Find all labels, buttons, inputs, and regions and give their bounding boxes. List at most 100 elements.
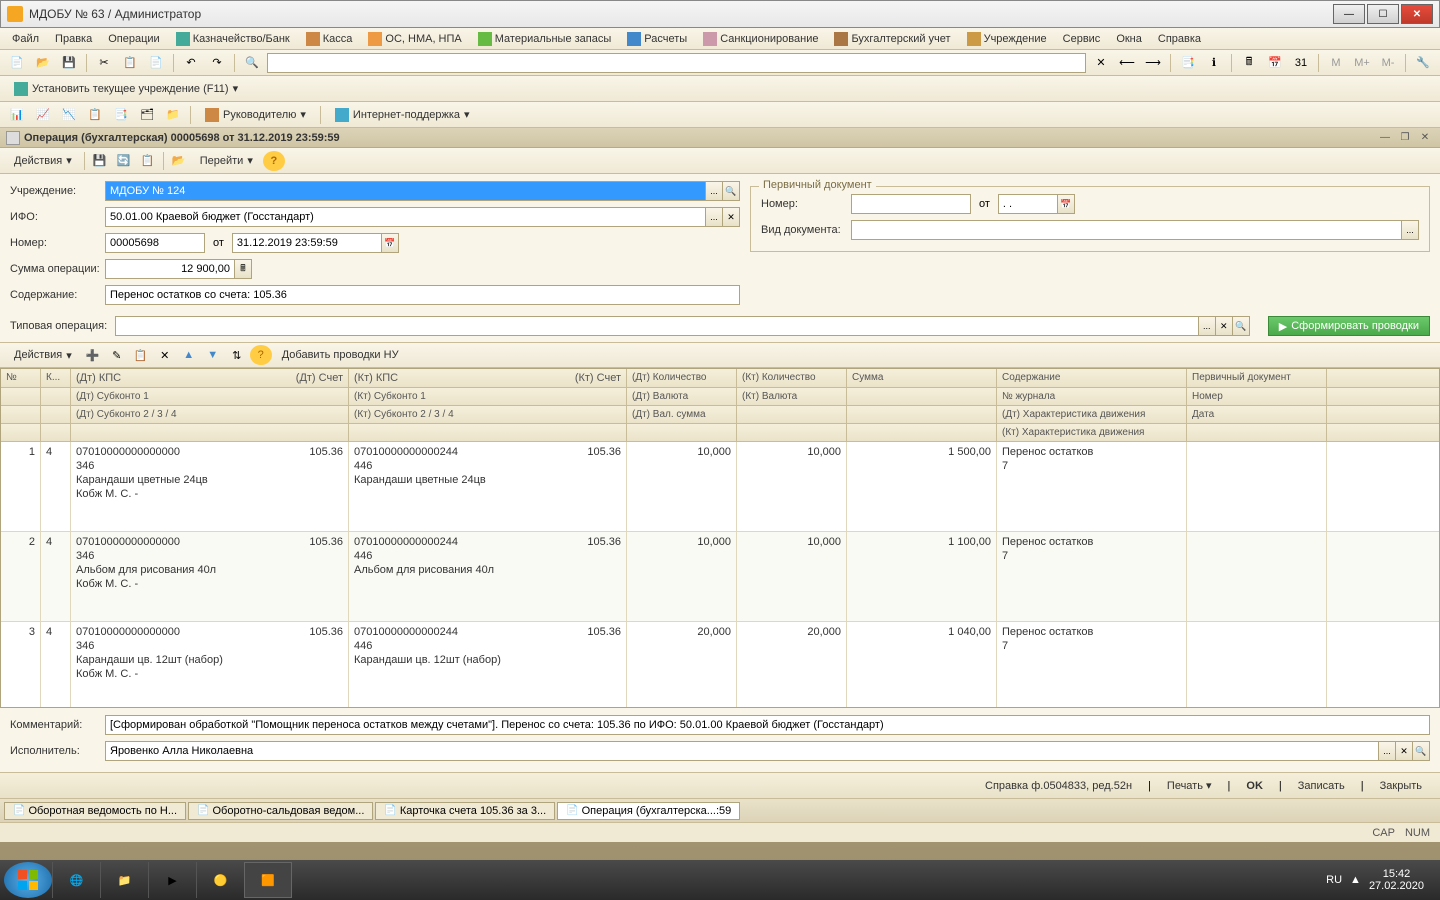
info-icon[interactable]: ℹ bbox=[1203, 53, 1225, 73]
copy-icon[interactable]: 📋 bbox=[119, 53, 141, 73]
tab-0[interactable]: 📄Оборотная ведомость по Н... bbox=[4, 802, 186, 820]
doc-actions[interactable]: Действия ▾ bbox=[6, 152, 80, 169]
doc-refresh-icon[interactable]: 🔄 bbox=[113, 151, 135, 171]
down-icon[interactable]: ▼ bbox=[202, 345, 224, 365]
menu-materials[interactable]: Материальные запасы bbox=[472, 30, 618, 48]
search-input[interactable] bbox=[267, 53, 1086, 73]
doc-copy-icon[interactable]: 📋 bbox=[137, 151, 159, 171]
typical-search[interactable]: 🔍 bbox=[1232, 316, 1250, 336]
content-input[interactable] bbox=[105, 285, 740, 305]
prim-date-picker[interactable]: 📅 bbox=[1057, 194, 1075, 214]
executor-more[interactable]: ... bbox=[1378, 741, 1396, 761]
ifo-clear[interactable]: ✕ bbox=[722, 207, 740, 227]
close-doc-button[interactable]: Закрыть bbox=[1372, 778, 1430, 794]
save-button[interactable]: Записать bbox=[1290, 778, 1353, 794]
menu-cash[interactable]: Касса bbox=[300, 30, 359, 48]
new-icon[interactable]: 📄 bbox=[6, 53, 28, 73]
gh-kt-kps[interactable]: (Кт) КПС(Кт) Счет bbox=[349, 369, 627, 387]
edit-icon[interactable]: ✎ bbox=[106, 345, 128, 365]
task-chrome[interactable]: 🟡 bbox=[196, 862, 244, 898]
forward-icon[interactable]: ⟶ bbox=[1142, 53, 1164, 73]
tab-3[interactable]: 📄Операция (бухгалтерска...:59 bbox=[557, 802, 740, 820]
print-button[interactable]: Печать ▾ bbox=[1159, 777, 1220, 794]
menu-windows[interactable]: Окна bbox=[1110, 31, 1148, 47]
doc-save-icon[interactable]: 💾 bbox=[89, 151, 111, 171]
doc-goto[interactable]: Перейти ▾ bbox=[192, 152, 261, 169]
institution-more[interactable]: ... bbox=[705, 181, 723, 201]
tb3-icon6[interactable]: 🗂 bbox=[136, 105, 158, 125]
support-button[interactable]: Интернет-поддержка ▾ bbox=[327, 106, 478, 124]
date-input[interactable] bbox=[232, 233, 382, 253]
menu-file[interactable]: Файл bbox=[6, 31, 45, 47]
prim-number-input[interactable] bbox=[851, 194, 971, 214]
table-row[interactable]: 3407010000000000000105.36346Карандаши цв… bbox=[1, 622, 1439, 708]
task-media[interactable]: ▶ bbox=[148, 862, 196, 898]
institution-input[interactable] bbox=[105, 181, 706, 201]
sort-icon[interactable]: ⇅ bbox=[226, 345, 248, 365]
undo-icon[interactable]: ↶ bbox=[180, 53, 202, 73]
gh-dt-kps[interactable]: (Дт) КПС(Дт) Счет bbox=[71, 369, 349, 387]
menu-help[interactable]: Справка bbox=[1152, 31, 1207, 47]
copy2-icon[interactable]: 📑 bbox=[1177, 53, 1199, 73]
menu-sanction[interactable]: Санкционирование bbox=[697, 30, 824, 48]
tb3-icon3[interactable]: 📉 bbox=[58, 105, 80, 125]
paste-icon[interactable]: 📄 bbox=[145, 53, 167, 73]
date-picker[interactable]: 📅 bbox=[381, 233, 399, 253]
task-explorer[interactable]: 📁 bbox=[100, 862, 148, 898]
prim-type-more[interactable]: ... bbox=[1401, 220, 1419, 240]
generate-button[interactable]: ▶ Сформировать проводки bbox=[1268, 316, 1430, 336]
gh-n[interactable]: № bbox=[1, 369, 41, 387]
clear-icon[interactable]: ✕ bbox=[1090, 53, 1112, 73]
close-button[interactable]: ✕ bbox=[1401, 4, 1433, 24]
mplus-icon[interactable]: M+ bbox=[1351, 53, 1373, 73]
table-row[interactable]: 1407010000000000000105.36346Карандаши цв… bbox=[1, 442, 1439, 532]
executor-clear[interactable]: ✕ bbox=[1395, 741, 1413, 761]
menu-institution[interactable]: Учреждение bbox=[961, 30, 1053, 48]
up-icon[interactable]: ▲ bbox=[178, 345, 200, 365]
gh-content[interactable]: Содержание bbox=[997, 369, 1187, 387]
prim-date-input[interactable] bbox=[998, 194, 1058, 214]
search-icon[interactable]: 🔍 bbox=[241, 53, 263, 73]
add-nu-button[interactable]: Добавить проводки НУ bbox=[274, 347, 407, 363]
entries-grid[interactable]: № К... (Дт) КПС(Дт) Счет (Кт) КПС(Кт) Сч… bbox=[0, 368, 1440, 708]
gh-sum[interactable]: Сумма bbox=[847, 369, 997, 387]
copy-row-icon[interactable]: 📋 bbox=[130, 345, 152, 365]
table-row[interactable]: 2407010000000000000105.36346Альбом для р… bbox=[1, 532, 1439, 622]
save-icon[interactable]: 💾 bbox=[58, 53, 80, 73]
cut-icon[interactable]: ✂ bbox=[93, 53, 115, 73]
tray-date[interactable]: 27.02.2020 bbox=[1369, 880, 1424, 892]
doc-help-icon[interactable]: ? bbox=[263, 151, 285, 171]
task-ie[interactable]: 🌐 bbox=[52, 862, 100, 898]
add-icon[interactable]: ➕ bbox=[82, 345, 104, 365]
gh-kt-qty[interactable]: (Кт) Количество bbox=[737, 369, 847, 387]
help2-icon[interactable]: ? bbox=[250, 345, 272, 365]
menu-accounting[interactable]: Бухгалтерский учет bbox=[828, 30, 956, 48]
sum-calc[interactable]: 🖩 bbox=[234, 259, 252, 279]
mminus-icon[interactable]: M- bbox=[1377, 53, 1399, 73]
doc-nav-icon[interactable]: 📂 bbox=[168, 151, 190, 171]
minimize-button[interactable]: — bbox=[1333, 4, 1365, 24]
set-institution-button[interactable]: Установить текущее учреждение (F11) ▾ bbox=[6, 80, 246, 98]
tab-1[interactable]: 📄Оборотно-сальдовая ведом... bbox=[188, 802, 373, 820]
ifo-input[interactable] bbox=[105, 207, 706, 227]
gh-doc[interactable]: Первичный документ bbox=[1187, 369, 1327, 387]
typical-clear[interactable]: ✕ bbox=[1215, 316, 1233, 336]
calendar-icon[interactable]: 📅 bbox=[1264, 53, 1286, 73]
m-icon[interactable]: M bbox=[1325, 53, 1347, 73]
calc-icon[interactable]: 🖩 bbox=[1238, 53, 1260, 73]
tab-2[interactable]: 📄Карточка счета 105.36 за 3... bbox=[375, 802, 555, 820]
menu-treasury[interactable]: Казначейство/Банк bbox=[170, 30, 296, 48]
tray-lang[interactable]: RU bbox=[1326, 874, 1342, 886]
tray-flag-icon[interactable]: ▲ bbox=[1350, 874, 1361, 886]
date-icon[interactable]: 31 bbox=[1290, 53, 1312, 73]
ifo-more[interactable]: ... bbox=[705, 207, 723, 227]
tb3-icon2[interactable]: 📈 bbox=[32, 105, 54, 125]
comment-input[interactable] bbox=[105, 715, 1430, 735]
menu-calc[interactable]: Расчеты bbox=[621, 30, 693, 48]
number-input[interactable] bbox=[105, 233, 205, 253]
tools-icon[interactable]: 🔧 bbox=[1412, 53, 1434, 73]
manager-button[interactable]: Руководителю ▾ bbox=[197, 106, 314, 124]
doc-minimize[interactable]: — bbox=[1376, 130, 1394, 146]
gh-k[interactable]: К... bbox=[41, 369, 71, 387]
start-button[interactable] bbox=[4, 862, 52, 898]
